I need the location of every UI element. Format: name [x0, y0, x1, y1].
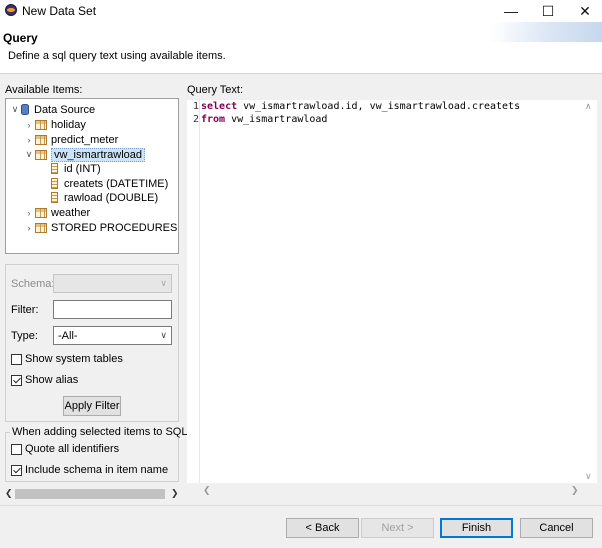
- tree-item-weather[interactable]: › weather: [23, 205, 91, 220]
- table-icon: [35, 134, 47, 145]
- line-number: 1: [193, 101, 200, 112]
- tree-item-label: STORED PROCEDURES: [51, 221, 178, 234]
- minimize-button[interactable]: —: [492, 0, 530, 22]
- checkbox-label: Include schema in item name: [25, 464, 169, 476]
- code-line[interactable]: from vw_ismartrawload: [201, 114, 327, 125]
- tree-item-label: predict_meter: [51, 133, 119, 146]
- tree-item-holiday[interactable]: › holiday: [23, 117, 86, 132]
- tree-item-column-createts[interactable]: createts (DATETIME): [51, 176, 168, 191]
- page-title: Query: [3, 31, 38, 45]
- next-button: Next >: [361, 518, 434, 538]
- chevron-right-icon[interactable]: ›: [23, 223, 35, 233]
- window-title: New Data Set: [22, 4, 97, 18]
- maximize-button[interactable]: ☐: [529, 0, 567, 22]
- table-icon: [35, 222, 47, 233]
- checkbox-box[interactable]: [11, 374, 22, 386]
- scroll-right-icon[interactable]: ❯: [171, 488, 179, 499]
- tree-item-vw-ismartrawload[interactable]: ∨ vw_ismartrawload: [23, 147, 146, 162]
- tree-item-label: holiday: [51, 118, 86, 131]
- type-select[interactable]: -All- ∨: [53, 326, 172, 345]
- cancel-button[interactable]: Cancel: [520, 518, 593, 538]
- filter-label: Filter:: [11, 304, 39, 316]
- available-items-label: Available Items:: [5, 84, 83, 96]
- checkbox-label: Show alias: [25, 374, 79, 386]
- checkbox-box[interactable]: [11, 464, 22, 476]
- scroll-up-icon[interactable]: ∧: [585, 101, 592, 112]
- type-label: Type:: [11, 330, 38, 342]
- filter-input[interactable]: [53, 300, 172, 319]
- column-icon: [51, 178, 58, 189]
- checkbox-label: Show system tables: [25, 353, 123, 365]
- show-system-tables-checkbox[interactable]: Show system tables: [11, 353, 123, 365]
- scroll-right-icon[interactable]: ❯: [571, 485, 579, 496]
- editor-vertical-scrollbar[interactable]: [584, 100, 596, 483]
- table-icon: [35, 149, 47, 160]
- table-icon: [35, 207, 47, 218]
- tree-item-predict-meter[interactable]: › predict_meter: [23, 132, 119, 147]
- code-line[interactable]: select vw_ismartrawload.id, vw_ismartraw…: [201, 101, 520, 112]
- chevron-right-icon[interactable]: ›: [23, 135, 35, 145]
- close-button[interactable]: ✕: [566, 0, 602, 22]
- scroll-left-icon[interactable]: ❮: [5, 488, 13, 499]
- sql-text: vw_ismartrawload: [225, 114, 328, 125]
- schema-select: ∨: [53, 274, 172, 293]
- available-items-tree[interactable]: ∨ Data Source › holiday › predict_meter …: [5, 98, 179, 254]
- table-icon: [35, 119, 47, 130]
- tree-item-label: vw_ismartrawload: [51, 147, 146, 162]
- column-icon: [51, 163, 58, 174]
- tree-item-label: createts (DATETIME): [64, 177, 169, 190]
- scrollbar-thumb[interactable]: [15, 489, 165, 499]
- finish-button[interactable]: Finish: [440, 518, 513, 538]
- checkbox-box[interactable]: [11, 353, 22, 365]
- include-schema-checkbox[interactable]: Include schema in item name: [11, 464, 168, 476]
- tree-item-label: id (INT): [64, 162, 101, 175]
- chevron-right-icon[interactable]: ›: [23, 120, 35, 130]
- column-icon: [51, 192, 58, 203]
- query-text-label: Query Text:: [187, 84, 244, 96]
- sql-options-legend: When adding selected items to SQL: [10, 426, 190, 438]
- scroll-left-icon[interactable]: ❮: [203, 485, 211, 496]
- header-banner: Query Define a sql query text using avai…: [0, 22, 602, 74]
- checkbox-label: Quote all identifiers: [25, 443, 120, 455]
- show-alias-checkbox[interactable]: Show alias: [11, 374, 78, 386]
- app-logo-icon: [5, 4, 17, 16]
- page-description: Define a sql query text using available …: [8, 50, 226, 62]
- tree-item-stored-procedures[interactable]: › STORED PROCEDURES: [23, 220, 178, 235]
- tree-item-label: rawload (DOUBLE): [64, 191, 159, 204]
- tree-item-label: Data Source: [34, 103, 96, 116]
- line-number-gutter: [187, 100, 200, 483]
- chevron-down-icon: ∨: [160, 330, 167, 340]
- footer-divider: [0, 505, 602, 506]
- scroll-down-icon[interactable]: ∨: [585, 471, 592, 482]
- banner-gradient: [472, 22, 602, 42]
- apply-filter-button[interactable]: Apply Filter: [63, 396, 121, 416]
- quote-all-identifiers-checkbox[interactable]: Quote all identifiers: [11, 443, 119, 455]
- sql-keyword: select: [201, 101, 238, 112]
- database-icon: [21, 104, 29, 115]
- sql-keyword: from: [201, 114, 226, 125]
- line-number: 2: [193, 114, 200, 125]
- tree-item-column-rawload[interactable]: rawload (DOUBLE): [51, 190, 158, 205]
- tree-item-label: weather: [51, 206, 91, 219]
- schema-label: Schema:: [11, 278, 55, 290]
- chevron-right-icon[interactable]: ›: [23, 208, 35, 218]
- type-value: -All-: [58, 330, 78, 342]
- query-text-editor[interactable]: [187, 100, 597, 483]
- tree-item-column-id[interactable]: id (INT): [51, 161, 101, 176]
- checkbox-box[interactable]: [11, 443, 22, 455]
- sql-text: vw_ismartrawload.id, vw_ismartrawload.cr…: [237, 101, 521, 112]
- tree-item-data-source[interactable]: ∨ Data Source: [9, 102, 95, 117]
- back-button[interactable]: < Back: [286, 518, 359, 538]
- chevron-down-icon[interactable]: ∨: [23, 149, 35, 160]
- editor-horizontal-scrollbar[interactable]: [187, 483, 597, 497]
- chevron-down-icon[interactable]: ∨: [9, 104, 21, 115]
- chevron-down-icon: ∨: [160, 278, 167, 288]
